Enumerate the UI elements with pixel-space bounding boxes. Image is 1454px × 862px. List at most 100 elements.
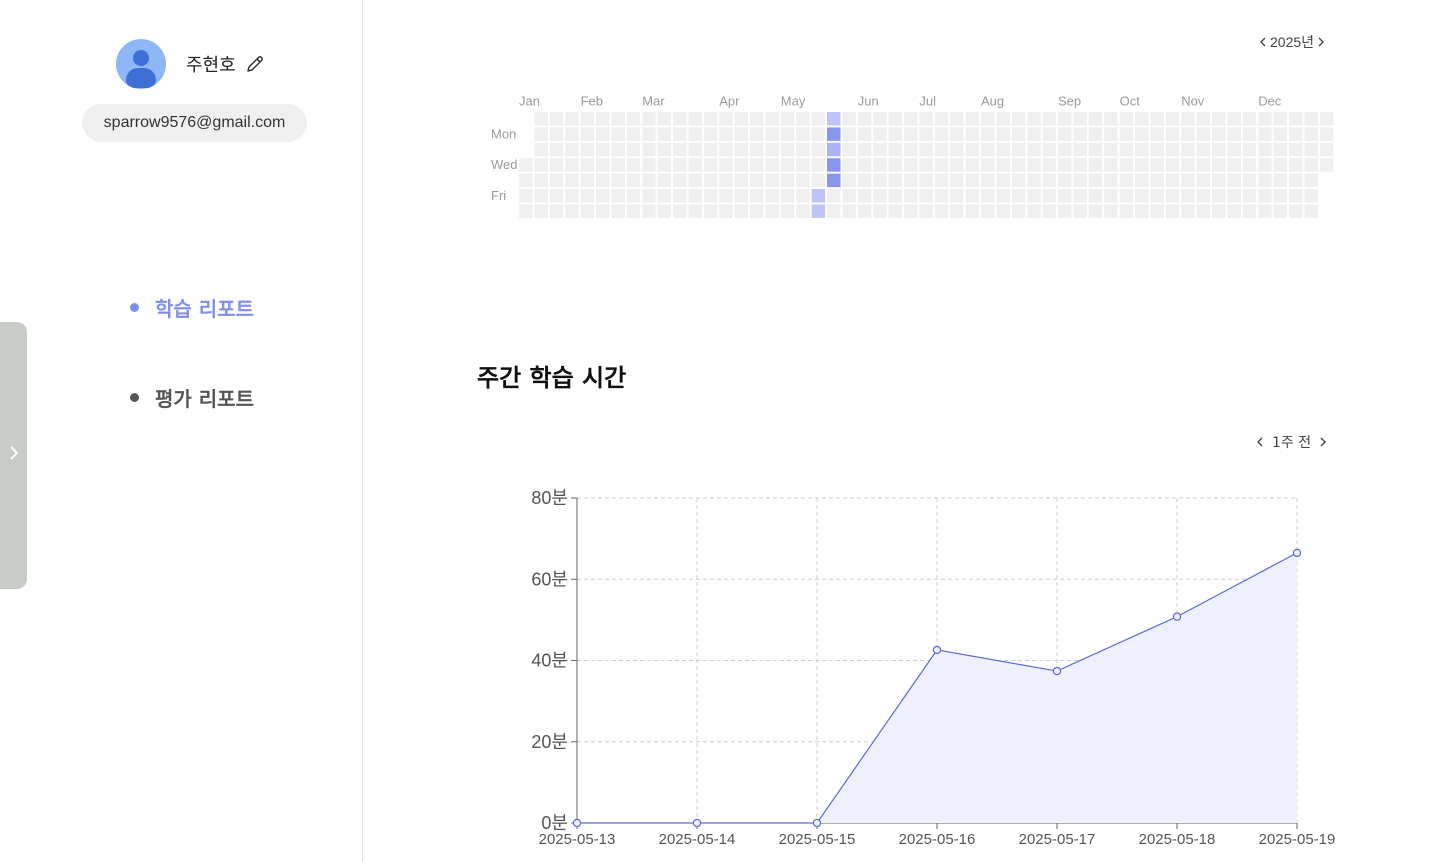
- heatmap-cell: [626, 142, 641, 157]
- heatmap-cell: [1258, 158, 1272, 172]
- heatmap-cell: [580, 142, 595, 157]
- x-tick-label: 2025-05-15: [779, 831, 856, 848]
- heatmap-month-label: Feb: [581, 94, 603, 109]
- heatmap-cell: [565, 142, 579, 157]
- heatmap-cell: [1011, 204, 1026, 218]
- heatmap-cell: [857, 127, 872, 141]
- pencil-icon[interactable]: [244, 53, 266, 75]
- heatmap-cell: [657, 189, 672, 203]
- heatmap-cell: [811, 127, 826, 141]
- heatmap-cell: [1011, 112, 1026, 126]
- heatmap-cell: [750, 189, 764, 203]
- heatmap-cell: [1135, 127, 1149, 141]
- heatmap-cell: [981, 189, 995, 203]
- heatmap-cell: [1104, 173, 1118, 188]
- data-point[interactable]: [932, 645, 942, 655]
- heatmap-cell: [549, 189, 564, 203]
- heatmap-cell: [719, 204, 733, 218]
- next-week-button[interactable]: [1311, 437, 1335, 447]
- heatmap-cell: [842, 204, 856, 218]
- heatmap-cell: [642, 142, 656, 157]
- chevron-right-icon: [8, 445, 20, 466]
- heatmap-cell: [719, 112, 733, 126]
- heatmap-cell: [1088, 158, 1103, 172]
- heatmap-cell: [580, 112, 595, 126]
- heatmap-cell: [1135, 204, 1149, 218]
- prev-week-button[interactable]: [1248, 437, 1272, 447]
- heatmap-cell: [873, 127, 887, 141]
- heatmap-cell: [1181, 127, 1195, 141]
- heatmap-cell: [1104, 204, 1118, 218]
- heatmap-cell: [1150, 142, 1164, 157]
- sidebar-toggle-button[interactable]: [0, 322, 27, 589]
- heatmap-cell: [873, 158, 887, 172]
- heatmap-cell: [1150, 112, 1164, 126]
- heatmap-cell: [765, 142, 779, 157]
- heatmap-cell: [657, 112, 672, 126]
- heatmap-cell: [1304, 173, 1318, 188]
- heatmap-cell: [796, 112, 810, 126]
- data-point[interactable]: [812, 818, 822, 828]
- data-point[interactable]: [1172, 612, 1182, 621]
- heatmap-day-label: Wed: [491, 157, 518, 172]
- heatmap-cell: [1181, 142, 1195, 157]
- heatmap-cell: [1058, 127, 1072, 141]
- nav-item-evaluation-report[interactable]: 평가 리포트: [130, 383, 254, 412]
- year-navigator: 2025년: [1256, 32, 1328, 52]
- heatmap-cell: [950, 112, 964, 126]
- heatmap-cell: [734, 127, 749, 141]
- heatmap-cell: [934, 142, 949, 157]
- heatmap-cell: [842, 158, 856, 172]
- heatmap-cell: [1104, 189, 1118, 203]
- heatmap-cell: [1165, 189, 1180, 203]
- next-year-button[interactable]: [1314, 37, 1328, 47]
- data-point[interactable]: [1052, 666, 1062, 676]
- nav-item-learning-report[interactable]: 학습 리포트: [130, 293, 254, 322]
- x-tick-label: 2025-05-17: [1019, 831, 1096, 848]
- heatmap-cell: [1258, 189, 1272, 203]
- nav-item-label: 평가 리포트: [155, 387, 254, 411]
- heatmap-cell: [688, 204, 702, 218]
- heatmap-cell: [842, 127, 856, 141]
- x-tick-label: 2025-05-14: [659, 831, 736, 848]
- heatmap-cell: [1042, 127, 1057, 141]
- heatmap-cell: [1273, 112, 1288, 126]
- heatmap-cell: [596, 158, 610, 172]
- heatmap-cell: [842, 112, 856, 126]
- y-tick-label: 0분: [541, 813, 568, 833]
- heatmap-cell: [1227, 189, 1241, 203]
- heatmap-cell: [934, 189, 949, 203]
- heatmap-cell: [888, 142, 903, 157]
- heatmap-cell: [734, 112, 749, 126]
- heatmap-cell: [1212, 173, 1226, 188]
- data-point[interactable]: [1292, 548, 1302, 558]
- sidebar: 주현호 sparrow9576@gmail.com 학습 리포트 평가 리포트: [0, 0, 363, 862]
- heatmap-cell: [1181, 173, 1195, 188]
- heatmap-cell: [934, 173, 949, 188]
- heatmap-cell: [765, 158, 779, 172]
- heatmap-month-label: Nov: [1181, 94, 1205, 109]
- heatmap-day-label: Fri: [491, 188, 506, 203]
- heatmap-cell: [688, 173, 702, 188]
- data-point[interactable]: [572, 818, 582, 828]
- heatmap-cell: [765, 189, 779, 203]
- heatmap-cell: [565, 127, 579, 141]
- data-point[interactable]: [692, 818, 702, 828]
- heatmap-cell: [1119, 112, 1134, 126]
- heatmap-month-label: Jan: [519, 94, 540, 109]
- heatmap-cell: [827, 142, 841, 157]
- heatmap-cell: [934, 112, 949, 126]
- heatmap-cell: [734, 142, 749, 157]
- heatmap-cell: [580, 127, 595, 141]
- heatmap-cell: [534, 142, 548, 157]
- heatmap-cell: [703, 173, 718, 188]
- heatmap-cell: [965, 204, 980, 218]
- heatmap-cell: [796, 173, 810, 188]
- heatmap-cell: [1135, 142, 1149, 157]
- heatmap-cell: [673, 158, 687, 172]
- heatmap-cell: [626, 158, 641, 172]
- prev-year-button[interactable]: [1256, 37, 1270, 47]
- heatmap-cell: [534, 204, 548, 218]
- heatmap-cell: [1289, 127, 1303, 141]
- heatmap-cell: [1073, 189, 1087, 203]
